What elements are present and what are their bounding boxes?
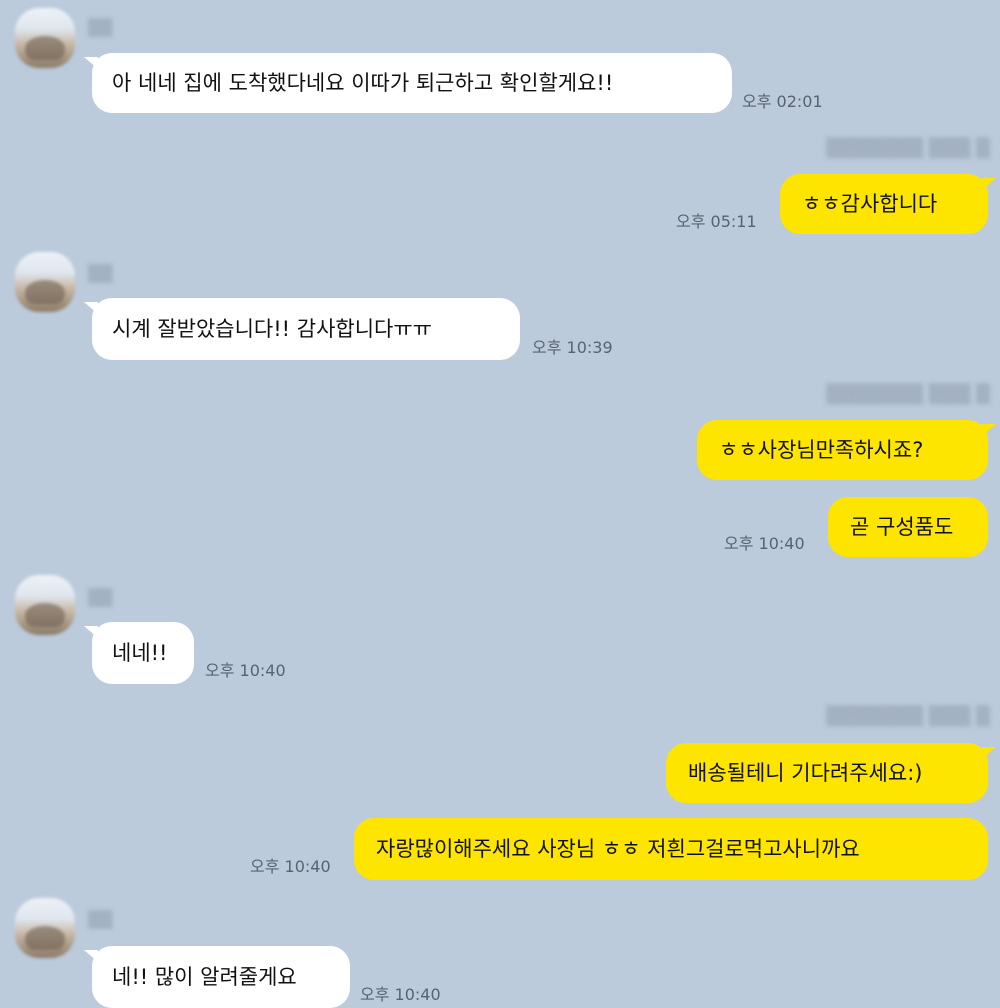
- sender-name-blurred: ▒▒: [88, 264, 113, 283]
- message-text: 배송될테니 기다려주세요:): [688, 760, 923, 785]
- message-timestamp: 오후 10:40: [724, 534, 805, 553]
- message-bubble-outgoing[interactable]: 곧 구성품도: [828, 497, 988, 557]
- message-timestamp: 오후 10:40: [250, 857, 331, 876]
- message-text: 시계 잘받았습니다!! 감사합니다ㅠㅠ: [112, 316, 432, 341]
- avatar[interactable]: [15, 8, 75, 68]
- message-text: 자랑많이해주세요 사장님 ㅎㅎ 저흰그걸로먹고사니까요: [376, 836, 860, 861]
- message-bubble-outgoing[interactable]: ㅎㅎ사장님만족하시죠?: [697, 420, 996, 480]
- message-text: ㅎㅎ사장님만족하시죠?: [719, 437, 924, 462]
- message-bubble-outgoing[interactable]: 자랑많이해주세요 사장님 ㅎㅎ 저흰그걸로먹고사니까요: [354, 818, 988, 880]
- read-receipt-blurred: ▒▒▒▒▒▒▒ ▒▒▒ ▒: [826, 138, 990, 159]
- message-timestamp: 오후 10:40: [205, 661, 286, 680]
- message-bubble-outgoing[interactable]: 배송될테니 기다려주세요:): [666, 743, 996, 803]
- message-text: 곧 구성품도: [850, 514, 954, 539]
- message-timestamp: 오후 05:11: [676, 212, 757, 231]
- read-receipt-blurred: ▒▒▒▒▒▒▒ ▒▒▒ ▒: [826, 706, 990, 727]
- message-bubble-incoming[interactable]: 시계 잘받았습니다!! 감사합니다ㅠㅠ: [84, 298, 520, 360]
- avatar[interactable]: [15, 898, 75, 958]
- sender-name-blurred: ▒▒: [88, 18, 113, 37]
- avatar[interactable]: [15, 252, 75, 312]
- message-bubble-incoming[interactable]: 아 네네 집에 도착했다네요 이따가 퇴근하고 확인할게요!!: [84, 53, 732, 113]
- message-bubble-incoming[interactable]: 네네!!: [84, 622, 194, 684]
- sender-name-blurred: ▒▒: [88, 588, 113, 607]
- message-text: ㅎㅎ감사합니다: [802, 191, 938, 216]
- message-timestamp: 오후 02:01: [742, 92, 823, 111]
- message-bubble-outgoing[interactable]: ㅎㅎ감사합니다: [780, 174, 996, 234]
- message-timestamp: 오후 10:39: [532, 338, 613, 357]
- sender-name-blurred: ▒▒: [88, 910, 113, 929]
- message-bubble-incoming[interactable]: 네!! 많이 알려줄게요: [84, 946, 350, 1008]
- message-text: 네네!!: [112, 640, 168, 665]
- chat-window: ▒▒ 아 네네 집에 도착했다네요 이따가 퇴근하고 확인할게요!! 오후 02…: [0, 0, 1000, 1008]
- avatar[interactable]: [15, 575, 75, 635]
- message-timestamp: 오후 10:40: [360, 985, 441, 1004]
- read-receipt-blurred: ▒▒▒▒▒▒▒ ▒▒▒ ▒: [826, 384, 990, 405]
- message-text: 네!! 많이 알려줄게요: [112, 964, 297, 989]
- message-text: 아 네네 집에 도착했다네요 이따가 퇴근하고 확인할게요!!: [112, 70, 614, 95]
